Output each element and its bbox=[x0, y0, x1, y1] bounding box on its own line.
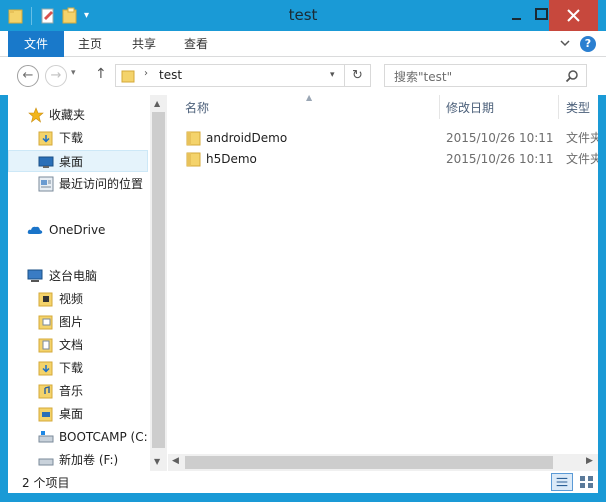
scroll-up-arrow-icon[interactable]: ▲ bbox=[154, 99, 160, 108]
recent-places-icon bbox=[38, 176, 54, 192]
navigation-pane-scrollbar[interactable]: ▲ ▼ bbox=[150, 95, 167, 471]
file-date: 2015/10/26 10:11 bbox=[446, 131, 554, 145]
sidebar-item-label: 下载 bbox=[59, 361, 84, 375]
tab-file[interactable]: 文件 bbox=[8, 31, 64, 57]
column-divider[interactable] bbox=[439, 95, 440, 119]
sidebar-item-downloads-pc[interactable]: 下载 bbox=[8, 357, 148, 379]
sidebar-item-favorites[interactable]: 收藏夹 bbox=[8, 104, 148, 126]
up-arrow-icon[interactable]: ↑ bbox=[95, 66, 107, 82]
sidebar-item-label: 图片 bbox=[59, 315, 84, 329]
sidebar-item-desktop[interactable]: 桌面 bbox=[8, 150, 148, 172]
recent-locations-dropdown-icon[interactable]: ▾ bbox=[71, 68, 76, 78]
scroll-right-arrow-icon[interactable]: ▶ bbox=[586, 456, 593, 466]
file-row[interactable]: h5Demo 2015/10/26 10:11 文件夹 bbox=[182, 148, 598, 170]
title-bar[interactable]: ▾ test bbox=[0, 0, 606, 31]
back-button[interactable]: ← bbox=[17, 65, 39, 87]
drive-icon bbox=[38, 431, 54, 443]
sidebar-item-label: 收藏夹 bbox=[49, 108, 86, 122]
documents-folder-icon bbox=[38, 338, 53, 353]
downloads-folder-icon bbox=[38, 131, 53, 146]
sidebar-item-label: 这台电脑 bbox=[49, 269, 98, 283]
item-count: 2 个项目 bbox=[22, 476, 70, 490]
sidebar-item-label: 桌面 bbox=[59, 155, 84, 169]
scrollbar-thumb[interactable] bbox=[152, 112, 165, 448]
breadcrumb-chevron-icon[interactable]: › bbox=[144, 68, 148, 79]
sidebar-item-onedrive[interactable]: OneDrive bbox=[8, 219, 148, 241]
sidebar-item-documents[interactable]: 文档 bbox=[8, 334, 148, 356]
breadcrumb-current[interactable]: test bbox=[159, 68, 182, 82]
scroll-down-arrow-icon[interactable]: ▼ bbox=[154, 457, 160, 466]
scroll-left-arrow-icon[interactable]: ◀ bbox=[172, 456, 179, 466]
sidebar-item-label: 视频 bbox=[59, 292, 84, 306]
minimize-icon[interactable] bbox=[503, 0, 530, 31]
downloads-folder-icon bbox=[38, 361, 53, 376]
sidebar-item-label: 下载 bbox=[59, 131, 84, 145]
sidebar-item-label: 新加卷 (F:) bbox=[59, 453, 119, 467]
sidebar-item-label: 桌面 bbox=[59, 407, 84, 421]
sidebar-item-this-pc[interactable]: 这台电脑 bbox=[8, 265, 148, 287]
videos-folder-icon bbox=[38, 292, 53, 307]
refresh-button[interactable]: ↻ bbox=[345, 64, 371, 87]
desktop-folder-icon bbox=[38, 407, 53, 422]
file-type: 文件夹 bbox=[566, 131, 598, 145]
expand-ribbon-icon[interactable] bbox=[558, 36, 572, 50]
search-input[interactable]: 搜索"test" bbox=[384, 64, 587, 87]
tab-view[interactable]: 查看 bbox=[174, 31, 218, 57]
sidebar-item-videos[interactable]: 视频 bbox=[8, 288, 148, 310]
tab-share[interactable]: 共享 bbox=[122, 31, 166, 57]
sidebar-item-desktop-pc[interactable]: 桌面 bbox=[8, 403, 148, 425]
sidebar-item-label: BOOTCAMP (C: bbox=[59, 430, 148, 444]
help-icon[interactable]: ? bbox=[580, 36, 596, 52]
column-header-name[interactable]: 名称 bbox=[185, 95, 209, 121]
sidebar-item-pictures[interactable]: 图片 bbox=[8, 311, 148, 333]
file-type: 文件夹 bbox=[566, 152, 598, 166]
sidebar-item-recent-places[interactable]: 最近访问的位置 bbox=[8, 173, 148, 195]
main-area: 收藏夹 下载 桌面 最近访问的位置 OneDrive 这台电脑 视频 图片 文档… bbox=[8, 95, 598, 471]
folder-icon bbox=[186, 131, 201, 146]
sidebar-item-label: 音乐 bbox=[59, 384, 84, 398]
column-divider[interactable] bbox=[558, 95, 559, 119]
address-row: ← → ▾ ↑ › test ▾ ↻ 搜索"test" bbox=[0, 57, 606, 95]
file-list[interactable]: 名称 ▲ 修改日期 类型 androidDemo 2015/10/26 10:1… bbox=[168, 95, 598, 471]
sidebar-item-label: 文档 bbox=[59, 338, 84, 352]
address-bar[interactable]: › test ▾ bbox=[115, 64, 345, 87]
drive-icon bbox=[38, 458, 54, 466]
search-icon[interactable] bbox=[565, 69, 579, 83]
file-row[interactable]: androidDemo 2015/10/26 10:11 文件夹 bbox=[182, 127, 598, 149]
folder-icon bbox=[186, 152, 201, 167]
column-header-type[interactable]: 类型 bbox=[566, 95, 590, 121]
forward-button[interactable]: → bbox=[45, 65, 67, 87]
sidebar-item-drive-f[interactable]: 新加卷 (F:) bbox=[8, 449, 148, 471]
ribbon-tabs: 文件 主页 共享 查看 ? bbox=[0, 31, 606, 57]
search-placeholder: 搜索"test" bbox=[394, 70, 453, 84]
file-name: h5Demo bbox=[206, 152, 257, 166]
pictures-folder-icon bbox=[38, 315, 53, 330]
column-header-date[interactable]: 修改日期 bbox=[446, 95, 494, 121]
close-icon[interactable] bbox=[549, 0, 598, 31]
sidebar-item-label: 最近访问的位置 bbox=[59, 177, 144, 191]
address-history-dropdown-icon[interactable]: ▾ bbox=[330, 70, 335, 80]
file-date: 2015/10/26 10:11 bbox=[446, 152, 554, 166]
star-icon bbox=[28, 107, 44, 123]
navigation-pane[interactable]: 收藏夹 下载 桌面 最近访问的位置 OneDrive 这台电脑 视频 图片 文档… bbox=[8, 95, 150, 471]
sidebar-item-downloads[interactable]: 下载 bbox=[8, 127, 148, 149]
sidebar-item-drive-c[interactable]: BOOTCAMP (C: bbox=[8, 426, 148, 448]
tab-home[interactable]: 主页 bbox=[68, 31, 112, 57]
explorer-window: ▾ test 文件 主页 共享 查看 ? ← → ▾ ↑ › test ▾ ↻ … bbox=[0, 0, 606, 502]
sidebar-item-label: OneDrive bbox=[49, 223, 106, 237]
large-icons-view-icon[interactable] bbox=[576, 473, 598, 491]
file-list-horizontal-scrollbar[interactable]: ◀ ▶ bbox=[168, 454, 598, 471]
sidebar-item-music[interactable]: 音乐 bbox=[8, 380, 148, 402]
computer-icon bbox=[27, 269, 43, 282]
onedrive-cloud-icon bbox=[27, 226, 43, 234]
music-folder-icon bbox=[38, 384, 53, 399]
folder-icon bbox=[121, 70, 135, 83]
sort-ascending-icon: ▲ bbox=[306, 95, 313, 102]
scrollbar-thumb[interactable] bbox=[185, 456, 553, 469]
desktop-icon bbox=[38, 156, 54, 168]
status-bar: 2 个项目 bbox=[8, 471, 598, 493]
details-view-icon[interactable] bbox=[551, 473, 573, 491]
file-name: androidDemo bbox=[206, 131, 288, 145]
